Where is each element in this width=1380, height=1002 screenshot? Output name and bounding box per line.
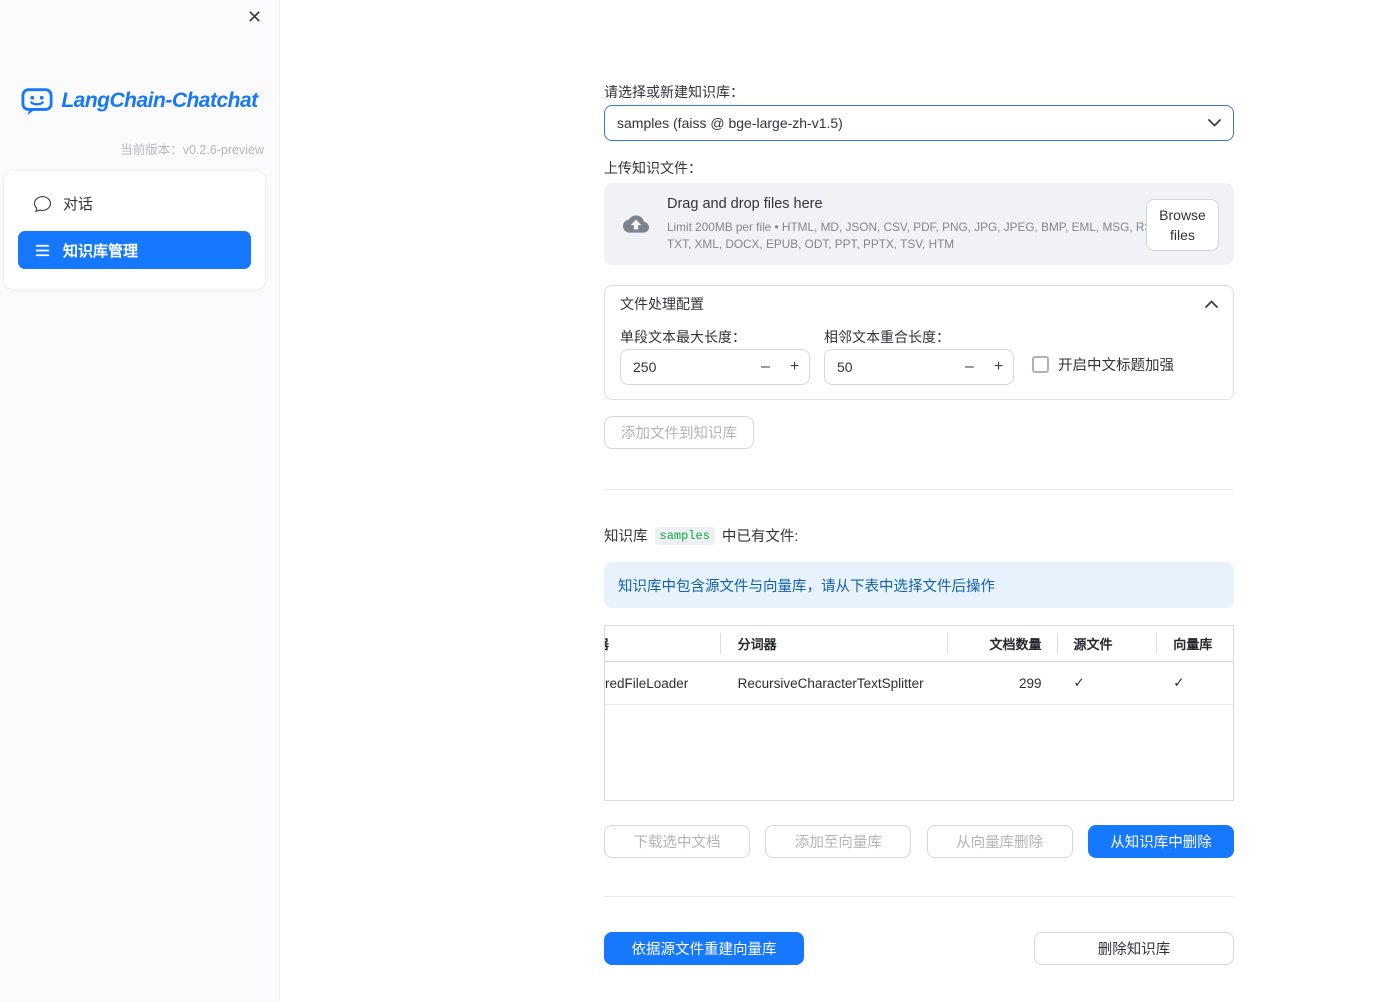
divider — [604, 896, 1234, 897]
rebuild-vectorstore-button[interactable]: 依据源文件重建向量库 — [604, 932, 804, 965]
dropzone-limit-text: Limit 200MB per file • HTML, MD, JSON, C… — [667, 220, 1190, 235]
version-number: v0.2.6-preview — [182, 143, 264, 157]
table-actions: 下载选中文档 添加至向量库 从向量库删除 从知识库中删除 — [604, 825, 1234, 858]
expander-header[interactable]: 文件处理配置 — [605, 286, 1233, 322]
chat-bubble-icon — [34, 195, 51, 212]
version-prefix: 当前版本： — [120, 143, 183, 157]
list-icon — [34, 242, 51, 259]
info-banner: 知识库中包含源文件与向量库，请从下表中选择文件后操作 — [604, 562, 1234, 608]
cloud-upload-icon — [619, 211, 653, 237]
chunk-increment-button[interactable]: + — [780, 358, 809, 376]
chunk-size-label: 单段文本最大长度： — [620, 329, 746, 345]
existing-files-prefix: 知识库 — [604, 529, 648, 545]
cell-doc-count: 299 — [1018, 675, 1042, 691]
version-text: 当前版本：v0.2.6-preview — [120, 139, 264, 158]
logo-text: LangChain-Chatchat — [61, 89, 258, 112]
cell-splitter: RecursiveCharacterTextSplitter — [737, 675, 924, 691]
sidebar-menu: 对话 知识库管理 — [3, 170, 266, 290]
delete-kb-button[interactable]: 删除知识库 — [1034, 932, 1234, 965]
col-header-doc-count[interactable]: 文档数量 — [946, 626, 1057, 661]
main-content: 请选择或新建知识库： samples (faiss @ bge-large-zh… — [604, 0, 1234, 1002]
dropzone-title: Drag and drop files here — [667, 196, 823, 213]
col-header-loader[interactable]: 器 — [605, 626, 720, 661]
file-config-expander: 文件处理配置 单段文本最大长度： 250 – + 相邻文本重合长度： 50 – … — [604, 285, 1234, 400]
col-header-splitter[interactable]: 分词器 — [719, 626, 947, 661]
browse-files-button[interactable]: Browse files — [1146, 199, 1219, 251]
upload-label: 上传知识文件： — [604, 160, 702, 176]
cell-vector-check: ✓ — [1173, 675, 1185, 690]
kb-select-label: 请选择或新建知识库： — [604, 84, 744, 100]
menu-item-kb-management[interactable]: 知识库管理 — [18, 231, 251, 269]
menu-item-label: 知识库管理 — [63, 242, 139, 260]
chunk-size-input[interactable]: 250 – + — [620, 349, 810, 385]
zh-title-checkbox-label: 开启中文标题加强 — [1058, 358, 1174, 374]
kb-select-value: samples (faiss @ bge-large-zh-v1.5) — [617, 115, 843, 131]
sidebar: ✕ LangChain-Chatchat 当前版本：v0.2.6-preview… — [0, 0, 280, 1002]
dropzone-types-text: TXT, XML, DOCX, EPUB, ODT, PPT, PPTX, TS… — [667, 236, 955, 251]
table-header-row: 器 分词器 文档数量 源文件 向量库 — [605, 626, 1233, 662]
cell-source-check: ✓ — [1073, 675, 1085, 690]
overlap-increment-button[interactable]: + — [984, 358, 1013, 376]
info-banner-text: 知识库中包含源文件与向量库，请从下表中选择文件后操作 — [618, 578, 995, 595]
delete-from-kb-button[interactable]: 从知识库中删除 — [1087, 825, 1234, 858]
overlap-size-label: 相邻文本重合长度： — [824, 329, 950, 345]
col-header-source[interactable]: 源文件 — [1056, 626, 1157, 661]
chunk-decrement-button[interactable]: – — [751, 358, 780, 376]
overlap-decrement-button[interactable]: – — [955, 358, 984, 376]
expander-title: 文件处理配置 — [620, 296, 704, 312]
menu-item-label: 对话 — [63, 195, 94, 213]
chevron-down-icon — [1208, 119, 1221, 127]
add-to-vectorstore-button[interactable]: 添加至向量库 — [765, 825, 912, 858]
app-logo: LangChain-Chatchat — [0, 86, 279, 116]
chevron-up-icon — [1205, 300, 1218, 308]
kb-name-code: samples — [654, 526, 715, 545]
overlap-size-value: 50 — [837, 359, 853, 375]
col-header-vector[interactable]: 向量库 — [1156, 626, 1233, 661]
cell-loader: redFileLoader — [605, 675, 689, 691]
file-table: 器 分词器 文档数量 源文件 向量库 redFileLoader Recursi… — [604, 625, 1234, 801]
logo-chat-icon — [21, 86, 53, 116]
file-dropzone[interactable]: Drag and drop files here Limit 200MB per… — [604, 183, 1234, 265]
sidebar-close-icon[interactable]: ✕ — [247, 6, 262, 28]
table-row[interactable]: redFileLoader RecursiveCharacterTextSpli… — [605, 662, 1233, 705]
kb-select[interactable]: samples (faiss @ bge-large-zh-v1.5) — [604, 105, 1234, 141]
remove-from-vectorstore-button[interactable]: 从向量库删除 — [926, 825, 1073, 858]
zh-title-checkbox-row: 开启中文标题加强 — [1032, 354, 1174, 375]
download-selected-button[interactable]: 下载选中文档 — [604, 825, 750, 858]
zh-title-checkbox[interactable] — [1032, 356, 1049, 373]
overlap-size-input[interactable]: 50 – + — [824, 349, 1014, 385]
existing-files-suffix: 中已有文件: — [721, 529, 799, 545]
menu-item-dialogue[interactable]: 对话 — [18, 184, 251, 222]
divider — [604, 489, 1234, 490]
add-files-button[interactable]: 添加文件到知识库 — [604, 416, 754, 449]
existing-files-heading: 知识库 samples 中已有文件: — [604, 525, 798, 546]
chunk-size-value: 250 — [633, 359, 657, 375]
